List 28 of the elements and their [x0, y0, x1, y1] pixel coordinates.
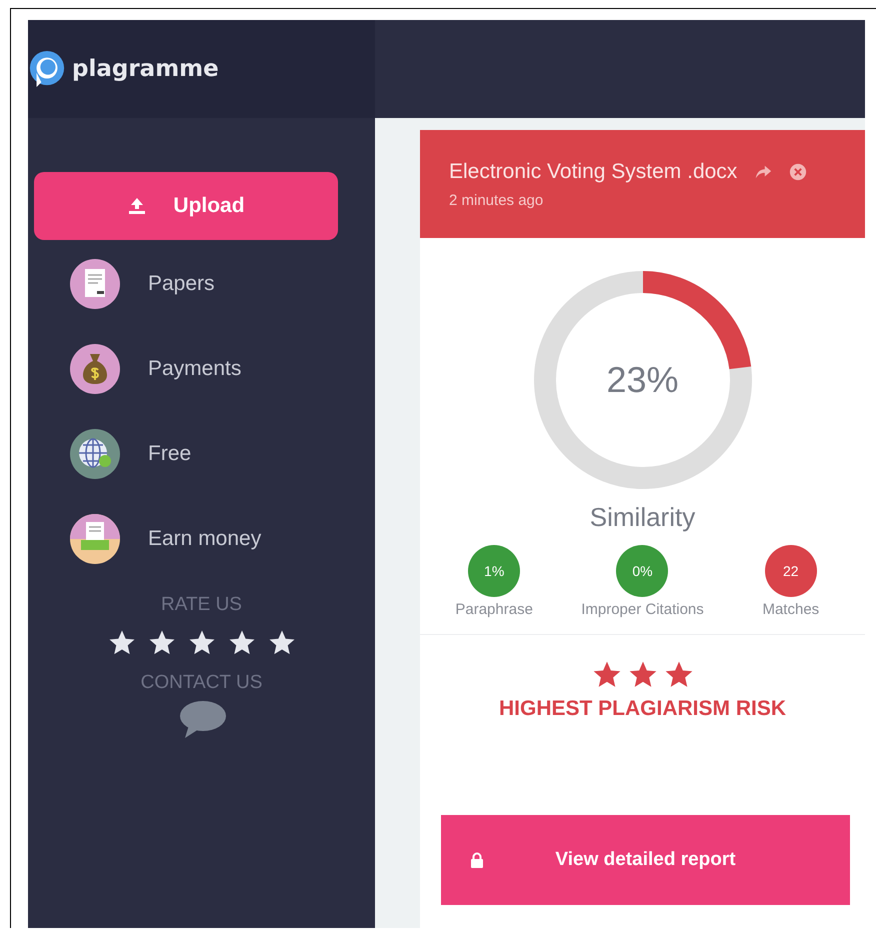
upload-time: 2 minutes ago [449, 192, 544, 208]
stat-value: 1% [468, 545, 520, 597]
stat-label: Paraphrase [455, 601, 533, 618]
upload-icon [127, 196, 148, 216]
stat-value: 22 [764, 545, 817, 597]
view-report-button[interactable]: View detailed report [441, 815, 850, 905]
cash-icon [70, 514, 120, 564]
stat-label: Matches [762, 601, 820, 618]
sidebar-item[interactable]: Free [70, 429, 375, 479]
sidebar-item[interactable]: Earn money [70, 514, 375, 564]
similarity-label: Similarity [590, 502, 696, 533]
stat-value: 0% [616, 545, 668, 597]
similarity-value: 23% [606, 359, 679, 401]
sidebar-item[interactable]: Papers [70, 259, 375, 309]
brand-name: plagramme [72, 56, 219, 82]
file-name: Electronic Voting System .docx [449, 160, 738, 184]
document-icon [70, 259, 120, 309]
close-icon[interactable] [789, 162, 808, 180]
sidebar-item[interactable]: Payments [70, 344, 375, 394]
globe-icon [70, 429, 120, 479]
rate-us-label: RATE US [161, 594, 242, 616]
contact-us-label: CONTACT US [140, 672, 262, 694]
stat-label: Improper Citations [581, 601, 704, 618]
money-bag-icon [70, 344, 120, 394]
lock-icon [470, 852, 484, 868]
risk-level: HIGHEST PLAGIARISM RISK [498, 697, 786, 721]
logo-icon [28, 50, 66, 88]
upload-button[interactable]: Upload [34, 172, 338, 240]
